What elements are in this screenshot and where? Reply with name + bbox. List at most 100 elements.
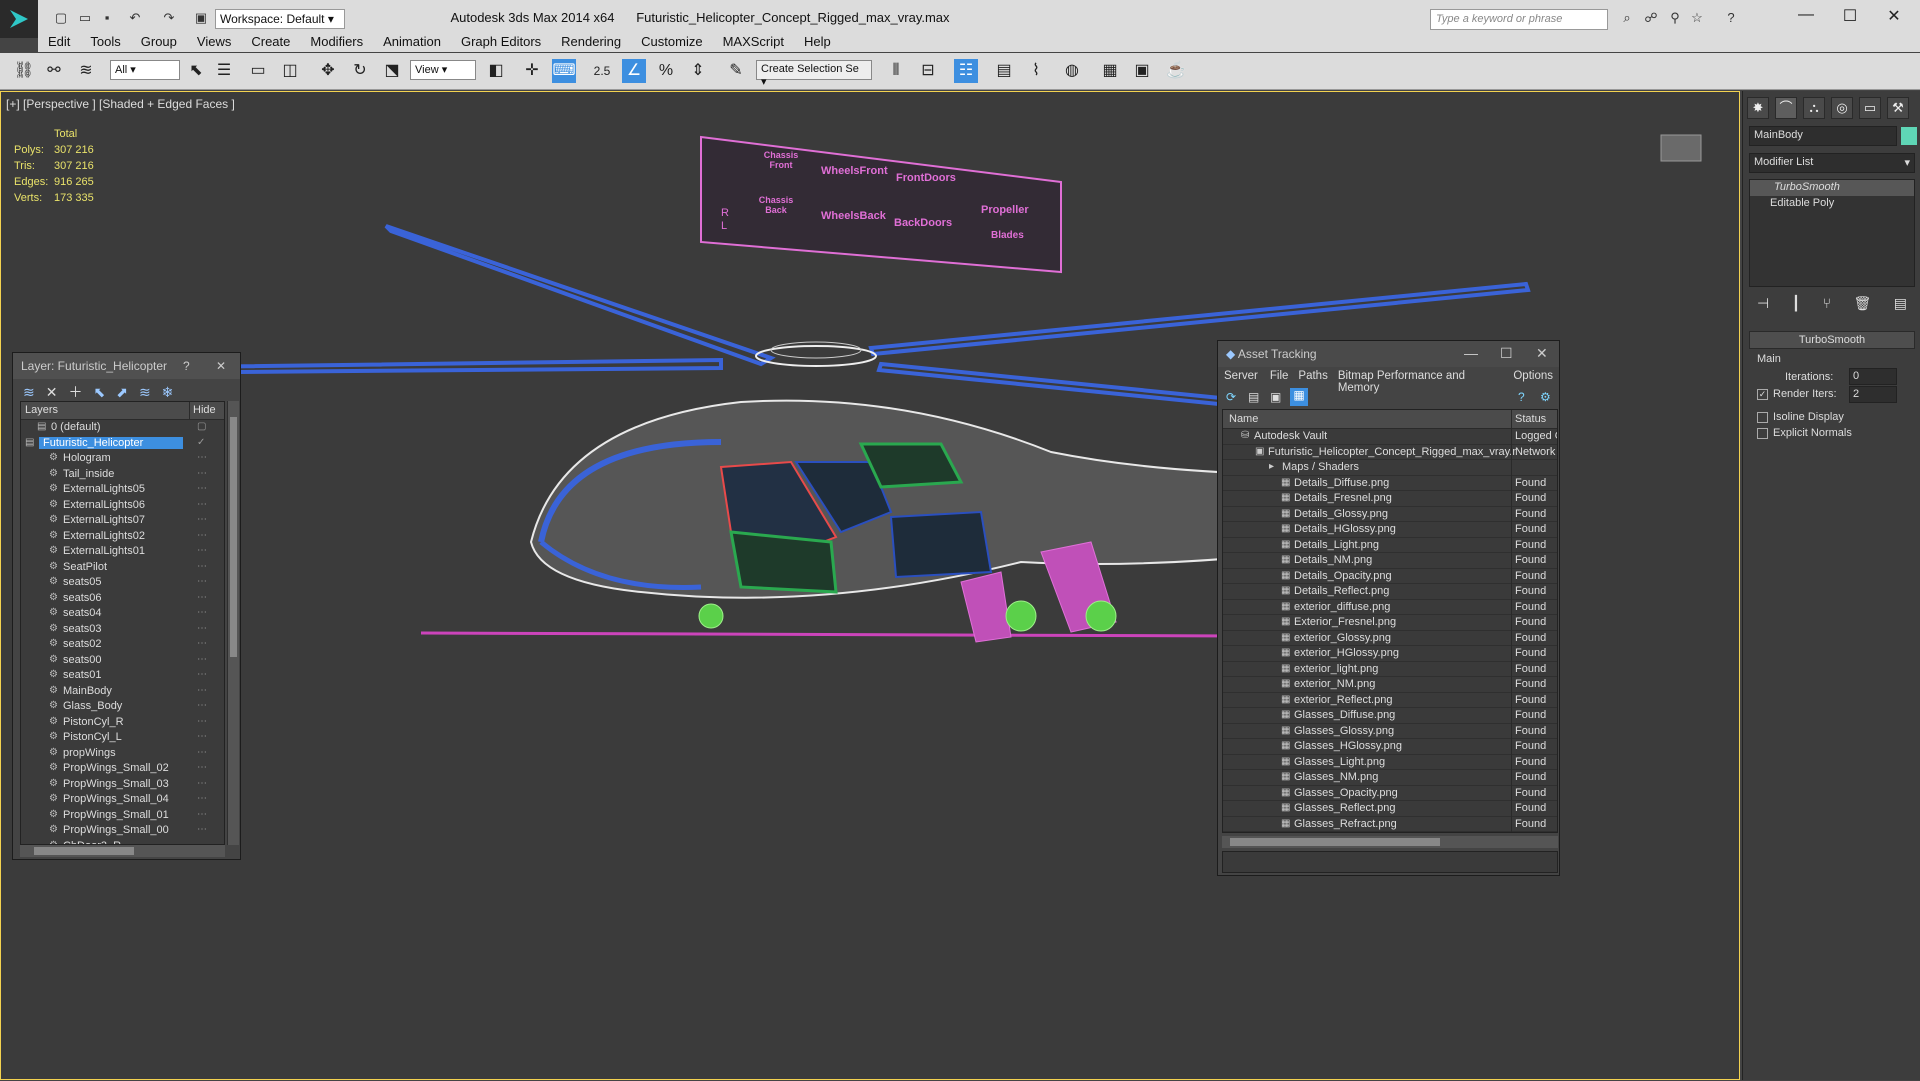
menu-edit[interactable]: Edit	[38, 32, 80, 52]
object-color-swatch[interactable]	[1901, 127, 1917, 145]
delete-layer-icon[interactable]: ✕	[46, 384, 58, 401]
freeze-all-layers-icon[interactable]: ❄	[162, 384, 174, 401]
search-input[interactable]: Type a keyword or phrase	[1430, 9, 1608, 30]
layer-hide-toggle[interactable]: ✓	[197, 437, 205, 448]
menu-rendering[interactable]: Rendering	[551, 32, 631, 52]
layer-row[interactable]: ⚙ ExternalLights02 ⋯	[21, 529, 224, 545]
asset-row-map[interactable]: ▦ exterior_NM.png Found	[1223, 677, 1557, 693]
layer-row[interactable]: ▤ 0 (default) ▢	[21, 420, 224, 436]
keyboard-shortcut-override-icon[interactable]: ⌨	[552, 59, 576, 83]
asset-row-map[interactable]: ▦ Glasses_Light.png Found	[1223, 754, 1557, 771]
layer-hide-toggle[interactable]: ⋯	[197, 778, 207, 789]
add-to-layer-icon[interactable]: ＋	[68, 382, 82, 402]
asset-row-map[interactable]: ▦ exterior_HGlossy.png Found	[1223, 646, 1557, 662]
layer-row[interactable]: ⚙ seats01 ⋯	[21, 668, 224, 684]
asset-hscroll-thumb[interactable]	[1230, 838, 1440, 846]
display-tab-icon[interactable]: ▭	[1859, 97, 1881, 119]
asset-row-file[interactable]: ▣ Futuristic_Helicopter_Concept_Rigged_ma…	[1223, 444, 1557, 461]
list-view-icon[interactable]: ▤	[1248, 390, 1259, 404]
asset-row-map[interactable]: ▦ Details_HGlossy.png Found	[1223, 522, 1557, 538]
pin-stack-icon[interactable]: ⊣	[1757, 295, 1769, 315]
make-unique-icon[interactable]: ⑂	[1823, 295, 1831, 315]
name-column-header[interactable]: Name	[1229, 413, 1258, 425]
asset-row-map[interactable]: ▦ Glasses_Opacity.png Found	[1223, 785, 1557, 802]
asset-row-map[interactable]: ▦ exterior_Glossy.png Found	[1223, 630, 1557, 647]
asset-row-vault[interactable]: ⛁ Autodesk Vault Logged O	[1223, 429, 1557, 445]
layer-horizontal-scrollbar[interactable]	[20, 845, 225, 857]
link-icon[interactable]: ⛓	[12, 59, 36, 83]
table-view-icon[interactable]: ▦	[1290, 388, 1308, 406]
layer-row[interactable]: ⚙ seats04 ⋯	[21, 606, 224, 622]
snap-toggle-icon[interactable]: 2.5	[590, 59, 614, 83]
refresh-icon[interactable]: ⟳	[1226, 390, 1236, 404]
layer-hide-toggle[interactable]: ⋯	[197, 530, 207, 541]
render-production-icon[interactable]: ☕	[1164, 59, 1188, 83]
close-button[interactable]: ✕	[1874, 6, 1914, 26]
layer-hide-toggle[interactable]: ⋯	[197, 468, 207, 479]
layer-hide-toggle[interactable]: ⋯	[197, 731, 207, 742]
select-in-layer-icon[interactable]: ⬉	[93, 384, 105, 401]
stack-item-turbosmooth[interactable]: TurboSmooth	[1750, 180, 1914, 196]
angle-snap-icon[interactable]: ∠	[622, 59, 646, 83]
layer-hide-toggle[interactable]: ⋯	[197, 607, 207, 618]
layer-row[interactable]: ⚙ PropWings_Small_01 ⋯	[21, 808, 224, 824]
rotate-icon[interactable]: ↻	[348, 59, 372, 83]
layer-row[interactable]: ⚙ Tail_inside ⋯	[21, 467, 224, 483]
named-selection-input[interactable]: Create Selection Se ▾	[756, 60, 872, 88]
layers-column-header[interactable]: Layers	[25, 404, 58, 416]
layer-window-titlebar[interactable]: Layer: Futuristic_Helicopter ? ✕	[13, 353, 240, 379]
asset-menu-options[interactable]: Options	[1509, 367, 1559, 387]
select-manipulate-icon[interactable]: ✛	[520, 59, 544, 83]
menu-help[interactable]: Help	[794, 32, 841, 52]
asset-row-map[interactable]: ▦ Glasses_Diffuse.png Found	[1223, 708, 1557, 724]
layer-row[interactable]: ▤ Futuristic_Helicopter ✓	[21, 436, 224, 452]
explicit-normals-checkbox[interactable]	[1757, 428, 1768, 439]
layer-row[interactable]: ⚙ PistonCyl_L ⋯	[21, 730, 224, 746]
menu-group[interactable]: Group	[131, 32, 187, 52]
asset-row-map[interactable]: ▦ Details_Fresnel.png Found	[1223, 491, 1557, 507]
move-icon[interactable]: ✥	[316, 59, 340, 83]
asset-path-field[interactable]	[1222, 851, 1558, 873]
help-icon[interactable]: ?	[1722, 10, 1740, 26]
modifier-list-select[interactable]: Modifier List ▾	[1749, 153, 1915, 173]
asset-row-map[interactable]: ▦ exterior_light.png Found	[1223, 661, 1557, 678]
asset-row-map[interactable]: ▦ Details_NM.png Found	[1223, 553, 1557, 569]
turbosmooth-rollout-header[interactable]: TurboSmooth	[1749, 331, 1915, 349]
edit-named-selection-icon[interactable]: ✎	[724, 59, 748, 83]
asset-menu-bitmap-performance[interactable]: Bitmap Performance and Memory	[1334, 367, 1510, 394]
layer-hide-toggle[interactable]: ⋯	[197, 545, 207, 556]
viewport-label[interactable]: [+] [Perspective ] [Shaded + Edged Faces…	[6, 97, 235, 111]
render-iters-spinner[interactable]: 2	[1849, 386, 1897, 403]
motion-tab-icon[interactable]: ◎	[1831, 97, 1853, 119]
bind-space-warp-icon[interactable]: ≋	[74, 59, 98, 83]
asset-menu-file[interactable]: File	[1264, 367, 1295, 387]
object-name-input[interactable]: MainBody	[1749, 126, 1897, 146]
layer-row[interactable]: ⚙ PropWings_Small_00 ⋯	[21, 823, 224, 839]
layer-row[interactable]: ⚙ Hologram ⋯	[21, 451, 224, 467]
stack-item-editable-poly[interactable]: Editable Poly	[1750, 196, 1914, 212]
layer-row[interactable]: ⚙ ExternalLights06 ⋯	[21, 498, 224, 514]
remove-modifier-icon[interactable]: 🗑	[1854, 295, 1872, 315]
menu-create[interactable]: Create	[241, 32, 300, 52]
asset-row-map[interactable]: ▦ Details_Light.png Found	[1223, 537, 1557, 554]
layer-hide-toggle[interactable]: ⋯	[197, 638, 207, 649]
communication-icon[interactable]: ⚲	[1666, 10, 1684, 26]
scale-icon[interactable]: ⬔	[380, 59, 404, 83]
layer-hide-toggle[interactable]: ⋯	[197, 669, 207, 680]
layer-hide-toggle[interactable]: ⋯	[197, 824, 207, 835]
layer-row[interactable]: ⚙ seats02 ⋯	[21, 637, 224, 653]
layer-hide-toggle[interactable]: ⋯	[197, 561, 207, 572]
asset-row-map[interactable]: ▦ Exterior_Fresnel.png Found	[1223, 615, 1557, 631]
curve-editor-icon[interactable]: ⌇	[1024, 59, 1048, 83]
menu-graph-editors[interactable]: Graph Editors	[451, 32, 551, 52]
asset-horizontal-scrollbar[interactable]	[1222, 836, 1558, 848]
layer-close-icon[interactable]: ✕	[216, 359, 226, 373]
layer-row[interactable]: ⚙ seats00 ⋯	[21, 653, 224, 669]
asset-row-map[interactable]: ▦ exterior_Reflect.png Found	[1223, 692, 1557, 709]
asset-row-map[interactable]: ▦ Glasses_Glossy.png Found	[1223, 723, 1557, 740]
pivot-center-icon[interactable]: ◧	[484, 59, 508, 83]
percent-snap-icon[interactable]: %	[654, 59, 678, 83]
asset-minimize-button[interactable]: —	[1464, 345, 1478, 361]
layer-hide-toggle[interactable]: ⋯	[197, 747, 207, 758]
select-by-name-icon[interactable]: ☰	[212, 59, 236, 83]
